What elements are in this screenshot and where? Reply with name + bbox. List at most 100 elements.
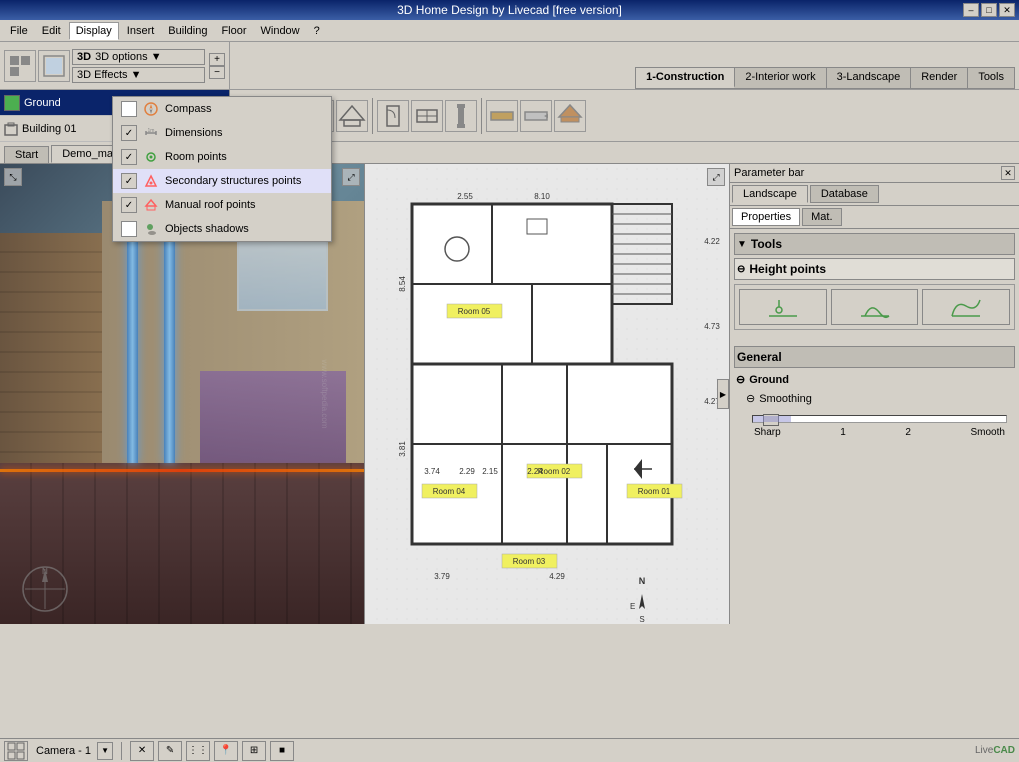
status-icon-5[interactable]: ⊞ — [242, 741, 266, 761]
layer-label-ground: Ground — [24, 97, 61, 109]
add-layer-btn[interactable]: + — [209, 53, 225, 66]
height-point-1[interactable] — [739, 289, 827, 325]
layer-color-ground — [4, 95, 20, 111]
menu-help[interactable]: ? — [308, 23, 326, 39]
status-icon-6[interactable]: ■ — [270, 741, 294, 761]
general-header: General — [734, 346, 1015, 368]
nav-tab-construction[interactable]: 1-Construction — [636, 68, 735, 88]
menu-building[interactable]: Building — [162, 23, 213, 39]
dropdown-item-objects-shadows[interactable]: Objects shadows — [113, 217, 331, 241]
dropdown-check-manual-roof: ✓ — [121, 197, 137, 213]
construct-more-btn[interactable] — [520, 100, 552, 132]
nav-tab-landscape[interactable]: 3-Landscape — [827, 68, 912, 88]
smoothing-collapse-icon: ⊖ — [746, 392, 755, 405]
height-points-label: Height points — [749, 262, 826, 276]
svg-text:Room 04: Room 04 — [433, 487, 466, 496]
smoothing-label: Smoothing — [759, 393, 812, 405]
dropdown-label-secondary-structures: Secondary structures points — [165, 175, 301, 187]
svg-text:4.73: 4.73 — [704, 322, 720, 331]
dropdown-check-secondary-structures: ✓ — [121, 173, 137, 189]
panel-tab-database[interactable]: Database — [810, 185, 879, 203]
display-dropdown-menu: Compass ✓ 1m Dimensions ✓ Room points ✓ — [112, 96, 332, 242]
construct-slab-btn[interactable] — [486, 100, 518, 132]
dropdown-item-secondary-structures[interactable]: ✓ Secondary structures points — [113, 169, 331, 193]
dropdown-item-compass[interactable]: Compass — [113, 97, 331, 121]
room-points-icon — [143, 149, 159, 165]
svg-text:E: E — [630, 602, 635, 611]
toolbar-layout-btn[interactable] — [4, 50, 36, 82]
panel-title: Parameter bar — [734, 167, 804, 179]
panel-title-bar: Parameter bar ✕ — [730, 164, 1019, 183]
menu-insert[interactable]: Insert — [121, 23, 161, 39]
construct-window-btn[interactable] — [411, 100, 443, 132]
status-icon-4[interactable]: 📍 — [214, 741, 238, 761]
menu-window[interactable]: Window — [255, 23, 306, 39]
slider-labels: Sharp 1 2 Smooth — [752, 427, 1007, 438]
status-layout-btn[interactable] — [4, 741, 28, 761]
slider-label-sharp: Sharp — [754, 427, 781, 438]
construct-roof-btn[interactable] — [336, 100, 368, 132]
3d-options-dropdown[interactable]: 3D 3D options ▼ — [72, 49, 205, 65]
height-point-2[interactable] — [831, 289, 919, 325]
floor-plan-view: Room 05 Room 02 Room 04 Room 03 Room 01 … — [365, 164, 729, 624]
plan-nav-right-btn[interactable]: ▶ — [717, 379, 729, 409]
status-icon-1[interactable]: ✕ — [130, 741, 154, 761]
construct-roof2-btn[interactable] — [554, 100, 586, 132]
panel-close-btn[interactable]: ✕ — [1001, 166, 1015, 180]
status-icon-3[interactable]: ⋮⋮ — [186, 741, 210, 761]
height-points-collapse-icon: ⊖ — [737, 264, 745, 275]
3d-view-expand-btn[interactable]: ⤡ — [4, 168, 22, 186]
smoothing-slider-track[interactable] — [752, 415, 1007, 423]
window-controls: – □ ✕ — [963, 3, 1015, 17]
svg-text:Room 05: Room 05 — [458, 307, 491, 316]
close-button[interactable]: ✕ — [999, 3, 1015, 17]
scene-light-strip — [0, 469, 364, 472]
livecad-brand: LiveCAD — [975, 745, 1015, 756]
dropdown-label-dimensions: Dimensions — [165, 127, 222, 139]
minimize-button[interactable]: – — [963, 3, 979, 17]
toolbar-view-btn[interactable] — [38, 50, 70, 82]
dropdown-item-manual-roof[interactable]: ✓ Manual roof points — [113, 193, 331, 217]
svg-text:2.15: 2.15 — [482, 467, 498, 476]
status-icon-2[interactable]: ✎ — [158, 741, 182, 761]
layer-icon-building — [4, 122, 18, 136]
window-title: 3D Home Design by Livecad [free version] — [397, 3, 622, 17]
plan-view-corner-btn[interactable]: ⤢ — [707, 168, 725, 186]
camera-dropdown-btn[interactable]: ▼ — [97, 742, 113, 760]
smoothing-header: ⊖ Smoothing — [744, 390, 1015, 407]
scene-compass: N — [20, 564, 70, 614]
svg-text:4.22: 4.22 — [704, 237, 720, 246]
dropdown-label-compass: Compass — [165, 103, 211, 115]
height-point-3[interactable] — [922, 289, 1010, 325]
svg-text:1m: 1m — [148, 128, 155, 134]
nav-tab-interior[interactable]: 2-Interior work — [735, 68, 826, 88]
nav-tab-render[interactable]: Render — [911, 68, 968, 88]
menu-edit[interactable]: Edit — [36, 23, 67, 39]
camera-label: Camera - 1 — [32, 744, 95, 758]
doc-tab-start[interactable]: Start — [4, 146, 49, 163]
3d-view-corner-btn[interactable]: ⤢ — [342, 168, 360, 186]
nav-tab-tools[interactable]: Tools — [968, 68, 1014, 88]
camera-select: Camera - 1 ▼ — [32, 742, 113, 760]
right-panel: Parameter bar ✕ Landscape Database Prope… — [729, 164, 1019, 624]
menu-floor[interactable]: Floor — [215, 23, 252, 39]
panel-tab-landscape[interactable]: Landscape — [732, 185, 808, 203]
menu-bar: File Edit Display Insert Building Floor … — [0, 20, 1019, 42]
dropdown-item-dimensions[interactable]: ✓ 1m Dimensions — [113, 121, 331, 145]
dropdown-item-room-points[interactable]: ✓ Room points — [113, 145, 331, 169]
svg-text:3.79: 3.79 — [434, 572, 450, 581]
title-bar: 3D Home Design by Livecad [free version]… — [0, 0, 1019, 20]
menu-display[interactable]: Display — [69, 22, 119, 40]
maximize-button[interactable]: □ — [981, 3, 997, 17]
panel-sub-tab-properties[interactable]: Properties — [732, 208, 800, 226]
menu-file[interactable]: File — [4, 23, 34, 39]
construct-column-btn[interactable] — [445, 100, 477, 132]
panel-tabs: Landscape Database — [730, 183, 1019, 206]
ground-collapse-icon: ⊖ — [736, 373, 745, 386]
panel-sub-tab-mat[interactable]: Mat. — [802, 208, 841, 226]
dropdown-check-room-points: ✓ — [121, 149, 137, 165]
svg-text:2.29: 2.29 — [459, 467, 475, 476]
remove-layer-btn[interactable]: − — [209, 66, 225, 79]
construct-door-btn[interactable] — [377, 100, 409, 132]
3d-effects-dropdown[interactable]: 3D Effects ▼ — [72, 67, 205, 83]
